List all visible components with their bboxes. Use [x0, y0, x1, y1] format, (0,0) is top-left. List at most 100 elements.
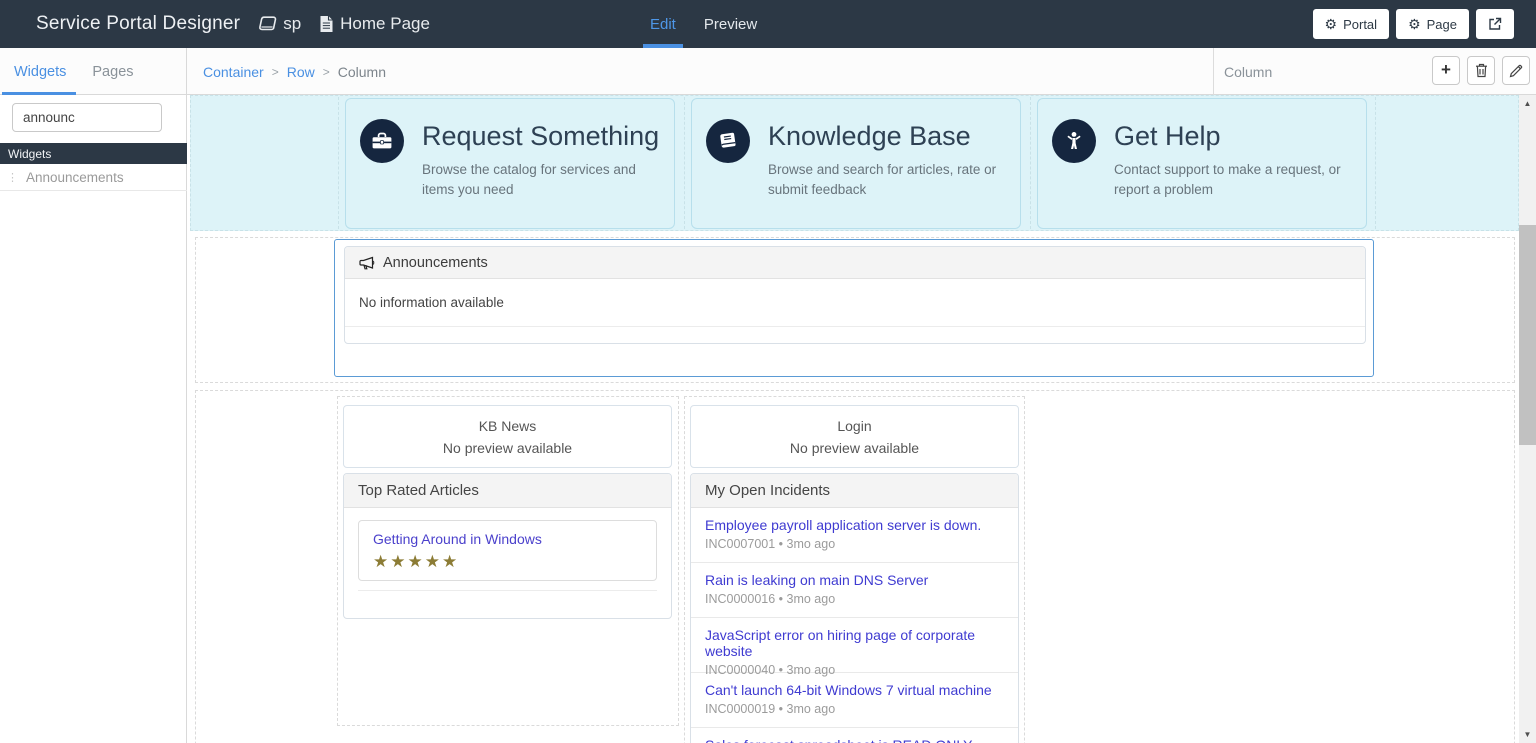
announcements-footer [345, 327, 1365, 343]
page-settings-button[interactable]: ⚙ Page [1396, 9, 1469, 39]
incident-meta: INC0000019 • 3mo ago [705, 702, 836, 716]
scrollbar-thumb[interactable] [1519, 225, 1536, 445]
gear-icon: ⚙ [1408, 16, 1421, 32]
external-link-icon [1488, 17, 1502, 31]
announcements-widget[interactable]: Announcements No information available [344, 246, 1366, 344]
selected-element-label: Column [1224, 63, 1273, 80]
star-rating: ★★★★★ [373, 552, 460, 571]
incident-link[interactable]: JavaScript error on hiring page of corpo… [705, 627, 1004, 659]
top-rated-footer [358, 590, 657, 610]
widget-list-item-announcements[interactable]: ⋮ Announcements [0, 164, 187, 191]
sidebar-tab-widgets[interactable]: Widgets [14, 64, 66, 80]
drag-handle-icon: ⋮ [7, 171, 18, 184]
person-icon [1052, 119, 1096, 163]
add-button[interactable]: + [1432, 56, 1460, 85]
article-link[interactable]: Getting Around in Windows [373, 531, 542, 547]
tab-edit[interactable]: Edit [643, 0, 683, 48]
announcements-title: Announcements [383, 254, 488, 271]
my-open-incidents-widget[interactable]: My Open Incidents Employee payroll appli… [690, 473, 1019, 743]
selected-column[interactable]: Announcements No information available [334, 239, 1374, 377]
trash-icon [1475, 63, 1488, 78]
widget-item-label: Announcements [26, 169, 124, 185]
page-canvas: Request Something Browse the catalog for… [187, 95, 1519, 743]
plus-icon: + [1441, 59, 1451, 79]
sidebar-tabs: Widgets Pages [0, 48, 187, 95]
top-rated-body: Getting Around in Windows ★★★★★ [344, 508, 671, 620]
portal-scope-chip[interactable]: sp [258, 14, 301, 34]
breadcrumb-column: Column [337, 63, 386, 80]
incident-row[interactable]: Can't launch 64-bit Windows 7 virtual ma… [691, 673, 1018, 728]
hero-row[interactable]: Request Something Browse the catalog for… [190, 95, 1519, 231]
incident-row[interactable]: Sales forecast spreadsheet is READ ONLY [691, 728, 1018, 743]
announcements-header: Announcements [345, 247, 1365, 279]
page-settings-label: Page [1426, 16, 1457, 32]
app-title: Service Portal Designer [36, 13, 241, 34]
selected-element-area: Column [1213, 48, 1428, 95]
kb-news-subtitle: No preview available [442, 439, 573, 456]
book-icon [258, 16, 277, 32]
login-subtitle: No preview available [789, 439, 920, 456]
top-bar-left: Service Portal Designer sp Home Page [0, 13, 430, 35]
knowledge-base-card[interactable]: Knowledge Base Browse and search for art… [691, 98, 1021, 229]
incident-link[interactable]: Sales forecast spreadsheet is READ ONLY [705, 737, 1004, 743]
request-something-card[interactable]: Request Something Browse the catalog for… [345, 98, 675, 229]
delete-button[interactable] [1467, 56, 1495, 85]
top-bar-actions: ⚙ Portal ⚙ Page [1312, 0, 1514, 48]
top-rated-articles-widget[interactable]: Top Rated Articles Getting Around in Win… [343, 473, 672, 619]
scroll-down-icon[interactable]: ▼ [1519, 726, 1536, 743]
top-bar: Service Portal Designer sp Home Page Edi… [0, 0, 1536, 48]
kb-news-title: KB News [478, 417, 537, 434]
article-card[interactable]: Getting Around in Windows ★★★★★ [358, 520, 657, 581]
card-text: Knowledge Base Browse and search for art… [750, 119, 1020, 228]
card-title: Request Something [422, 121, 660, 151]
widgets-section-header: Widgets [0, 143, 187, 164]
current-page-label: Home Page [340, 14, 430, 33]
gear-icon: ⚙ [1324, 16, 1338, 32]
card-title: Knowledge Base [768, 121, 971, 151]
page-icon [319, 15, 334, 33]
breadcrumb-row[interactable]: Row [287, 64, 315, 80]
tab-preview[interactable]: Preview [704, 0, 757, 48]
breadcrumb-container[interactable]: Container [203, 64, 264, 80]
incident-row[interactable]: JavaScript error on hiring page of corpo… [691, 618, 1018, 677]
hero-column-1[interactable]: Request Something Browse the catalog for… [338, 97, 684, 229]
incident-link[interactable]: Can't launch 64-bit Windows 7 virtual ma… [705, 682, 1004, 698]
edit-button[interactable] [1502, 56, 1530, 85]
incident-row[interactable]: Rain is leaking on main DNS Server INC00… [691, 563, 1018, 618]
login-widget[interactable]: Login No preview available [690, 405, 1019, 468]
scroll-up-icon[interactable]: ▲ [1519, 95, 1536, 112]
pencil-icon [1509, 64, 1523, 78]
book-icon [706, 119, 750, 163]
incidents-header: My Open Incidents [691, 474, 1018, 508]
current-page-chip[interactable]: Home Page [319, 14, 430, 34]
breadcrumb-separator: > [271, 64, 279, 79]
portal-settings-button[interactable]: ⚙ Portal [1312, 9, 1390, 39]
megaphone-icon [359, 256, 375, 270]
get-help-card[interactable]: Get Help Contact support to make a reque… [1037, 98, 1367, 229]
card-text: Get Help Contact support to make a reque… [1096, 119, 1366, 228]
widget-sidebar: Widgets ⋮ Announcements [0, 95, 187, 743]
card-description: Browse the catalog for services and item… [422, 162, 636, 197]
widget-search-input[interactable] [12, 103, 162, 132]
card-description: Contact support to make a request, or re… [1114, 162, 1341, 197]
incident-meta: INC0007001 • 3mo ago [705, 537, 836, 551]
breadcrumb: Container > Row > Column [203, 48, 386, 95]
vertical-scrollbar[interactable]: ▲ ▼ [1519, 95, 1536, 743]
card-description: Browse and search for articles, rate or … [768, 162, 997, 197]
incident-link[interactable]: Employee payroll application server is d… [705, 517, 1004, 533]
top-rated-header: Top Rated Articles [344, 474, 671, 508]
card-text: Request Something Browse the catalog for… [404, 119, 674, 228]
open-in-new-tab-button[interactable] [1476, 9, 1514, 39]
briefcase-icon [360, 119, 404, 163]
incident-link[interactable]: Rain is leaking on main DNS Server [705, 572, 1004, 588]
incident-row[interactable]: Employee payroll application server is d… [691, 508, 1018, 563]
hero-column-3[interactable]: Get Help Contact support to make a reque… [1030, 97, 1376, 229]
toolbar-buttons: + [1432, 56, 1530, 85]
kb-news-widget[interactable]: KB News No preview available [343, 405, 672, 468]
portal-settings-label: Portal [1343, 16, 1378, 32]
incident-meta: INC0000016 • 3mo ago [705, 592, 836, 606]
hero-column-2[interactable]: Knowledge Base Browse and search for art… [684, 97, 1030, 229]
mode-tabs: Edit Preview [643, 0, 757, 48]
designer-toolbar: Widgets Pages Container > Row > Column C… [0, 48, 1536, 95]
sidebar-tab-pages[interactable]: Pages [92, 64, 133, 80]
